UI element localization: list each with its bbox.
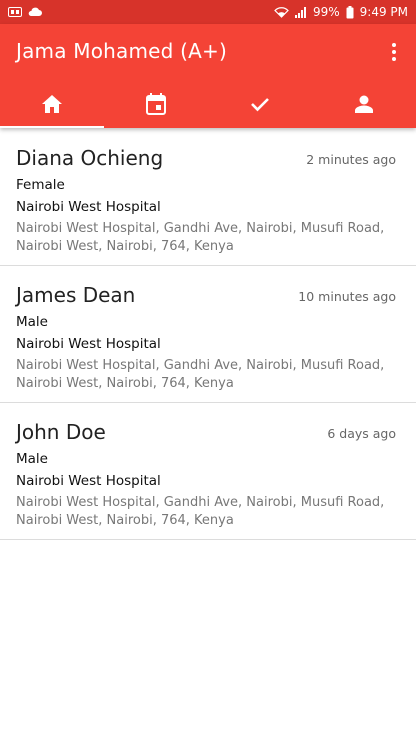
clock: 9:49 PM <box>359 5 408 19</box>
wifi-icon <box>274 6 289 18</box>
calendar-icon <box>146 93 166 115</box>
person-icon <box>355 95 373 113</box>
status-notifications <box>8 7 42 17</box>
home-icon <box>42 95 62 113</box>
entries-list: Diana Ochieng 2 minutes ago Female Nairo… <box>0 129 416 540</box>
entry-address: Nairobi West Hospital, Gandhi Ave, Nairo… <box>16 495 385 528</box>
app-bar: Jama Mohamed (A+) <box>0 24 416 128</box>
page-title: Jama Mohamed (A+) <box>16 39 227 63</box>
entry-hospital: Nairobi West Hospital <box>16 336 161 352</box>
entry-name: John Doe <box>16 420 106 444</box>
entry-name: James Dean <box>16 283 136 307</box>
battery-icon <box>346 5 354 18</box>
status-bar: 99% 9:49 PM <box>0 0 416 24</box>
list-item[interactable]: John Doe 6 days ago Male Nairobi West Ho… <box>0 403 416 540</box>
list-item[interactable]: James Dean 10 minutes ago Male Nairobi W… <box>0 266 416 403</box>
entry-time: 2 minutes ago <box>306 152 396 167</box>
check-icon <box>251 98 269 112</box>
tab-completed[interactable] <box>208 80 312 128</box>
entry-hospital: Nairobi West Hospital <box>16 199 161 215</box>
tab-bar <box>0 80 416 128</box>
status-right: 99% 9:49 PM <box>274 5 408 19</box>
entry-time: 10 minutes ago <box>298 289 396 304</box>
list-item[interactable]: Diana Ochieng 2 minutes ago Female Nairo… <box>0 129 416 266</box>
battery-percent: 99% <box>312 5 340 19</box>
entry-gender: Male <box>16 314 48 330</box>
tab-calendar[interactable] <box>104 80 208 128</box>
entry-hospital: Nairobi West Hospital <box>16 473 161 489</box>
entry-address: Nairobi West Hospital, Gandhi Ave, Nairo… <box>16 221 385 254</box>
entry-gender: Male <box>16 451 48 467</box>
cloud-icon <box>28 7 42 16</box>
entry-name: Diana Ochieng <box>16 146 164 170</box>
tab-profile[interactable] <box>312 80 416 128</box>
signal-icon <box>294 6 306 18</box>
tab-home[interactable] <box>0 80 104 128</box>
overflow-menu-icon[interactable] <box>382 38 406 66</box>
entry-gender: Female <box>16 177 65 193</box>
entry-time: 6 days ago <box>327 426 396 441</box>
entry-address: Nairobi West Hospital, Gandhi Ave, Nairo… <box>16 358 385 391</box>
notification-icon <box>8 7 22 17</box>
